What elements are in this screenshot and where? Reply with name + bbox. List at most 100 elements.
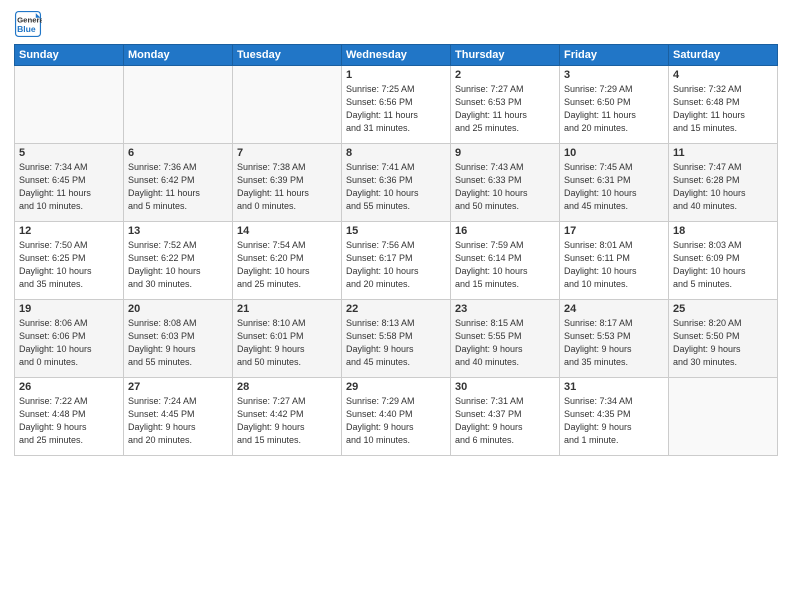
weekday-header: Wednesday (342, 45, 451, 66)
day-info: Sunrise: 7:29 AM Sunset: 6:50 PM Dayligh… (564, 83, 664, 135)
calendar-week-row: 12 Sunrise: 7:50 AM Sunset: 6:25 PM Dayli… (15, 222, 778, 300)
calendar-cell: 18 Sunrise: 8:03 AM Sunset: 6:09 PM Dayli… (669, 222, 778, 300)
calendar-header: SundayMondayTuesdayWednesdayThursdayFrid… (15, 45, 778, 66)
day-number: 2 (455, 69, 555, 81)
day-info: Sunrise: 7:29 AM Sunset: 4:40 PM Dayligh… (346, 395, 446, 447)
day-number: 8 (346, 147, 446, 159)
day-info: Sunrise: 8:17 AM Sunset: 5:53 PM Dayligh… (564, 317, 664, 369)
day-number: 19 (19, 303, 119, 315)
day-info: Sunrise: 7:32 AM Sunset: 6:48 PM Dayligh… (673, 83, 773, 135)
calendar-week-row: 5 Sunrise: 7:34 AM Sunset: 6:45 PM Daylig… (15, 144, 778, 222)
calendar-cell: 2 Sunrise: 7:27 AM Sunset: 6:53 PM Daylig… (451, 66, 560, 144)
day-number: 22 (346, 303, 446, 315)
weekday-header: Friday (560, 45, 669, 66)
day-number: 20 (128, 303, 228, 315)
day-number: 18 (673, 225, 773, 237)
calendar-body: 1 Sunrise: 7:25 AM Sunset: 6:56 PM Daylig… (15, 66, 778, 456)
calendar-cell: 19Sunrise: 8:06 AM Sunset: 6:06 PM Dayli… (15, 300, 124, 378)
calendar-cell: 1 Sunrise: 7:25 AM Sunset: 6:56 PM Daylig… (342, 66, 451, 144)
day-info: Sunrise: 7:54 AM Sunset: 6:20 PM Dayligh… (237, 239, 337, 291)
calendar-cell: 22 Sunrise: 8:13 AM Sunset: 5:58 PM Dayli… (342, 300, 451, 378)
day-info: Sunrise: 7:34 AM Sunset: 4:35 PM Dayligh… (564, 395, 664, 447)
calendar-cell: 31 Sunrise: 7:34 AM Sunset: 4:35 PM Dayli… (560, 378, 669, 456)
svg-text:Blue: Blue (17, 24, 36, 34)
calendar-cell: 27 Sunrise: 7:24 AM Sunset: 4:45 PM Dayli… (124, 378, 233, 456)
calendar-cell: 30Sunrise: 7:31 AM Sunset: 4:37 PM Dayli… (451, 378, 560, 456)
weekday-header: Saturday (669, 45, 778, 66)
day-number: 24 (564, 303, 664, 315)
day-info: Sunrise: 7:34 AM Sunset: 6:45 PM Dayligh… (19, 161, 119, 213)
day-number: 1 (346, 69, 446, 81)
day-info: Sunrise: 7:22 AM Sunset: 4:48 PM Dayligh… (19, 395, 119, 447)
day-info: Sunrise: 7:45 AM Sunset: 6:31 PM Dayligh… (564, 161, 664, 213)
weekday-header: Monday (124, 45, 233, 66)
day-number: 12 (19, 225, 119, 237)
calendar-cell: 3Sunrise: 7:29 AM Sunset: 6:50 PM Daylig… (560, 66, 669, 144)
calendar-cell: 13 Sunrise: 7:52 AM Sunset: 6:22 PM Dayli… (124, 222, 233, 300)
day-number: 17 (564, 225, 664, 237)
day-info: Sunrise: 7:52 AM Sunset: 6:22 PM Dayligh… (128, 239, 228, 291)
day-number: 7 (237, 147, 337, 159)
day-number: 21 (237, 303, 337, 315)
day-number: 13 (128, 225, 228, 237)
calendar-cell: 10 Sunrise: 7:45 AM Sunset: 6:31 PM Dayli… (560, 144, 669, 222)
day-info: Sunrise: 7:43 AM Sunset: 6:33 PM Dayligh… (455, 161, 555, 213)
day-info: Sunrise: 7:38 AM Sunset: 6:39 PM Dayligh… (237, 161, 337, 213)
day-info: Sunrise: 7:56 AM Sunset: 6:17 PM Dayligh… (346, 239, 446, 291)
calendar-cell: 29 Sunrise: 7:29 AM Sunset: 4:40 PM Dayli… (342, 378, 451, 456)
day-info: Sunrise: 7:25 AM Sunset: 6:56 PM Dayligh… (346, 83, 446, 135)
weekday-header: Thursday (451, 45, 560, 66)
day-number: 28 (237, 381, 337, 393)
day-number: 23 (455, 303, 555, 315)
calendar-cell (233, 66, 342, 144)
day-info: Sunrise: 8:10 AM Sunset: 6:01 PM Dayligh… (237, 317, 337, 369)
calendar-cell: 20 Sunrise: 8:08 AM Sunset: 6:03 PM Dayli… (124, 300, 233, 378)
day-info: Sunrise: 7:27 AM Sunset: 6:53 PM Dayligh… (455, 83, 555, 135)
day-number: 29 (346, 381, 446, 393)
calendar-cell: 4 Sunrise: 7:32 AM Sunset: 6:48 PM Daylig… (669, 66, 778, 144)
calendar-cell: 24 Sunrise: 8:17 AM Sunset: 5:53 PM Dayli… (560, 300, 669, 378)
day-info: Sunrise: 8:01 AM Sunset: 6:11 PM Dayligh… (564, 239, 664, 291)
calendar-cell: 8Sunrise: 7:41 AM Sunset: 6:36 PM Daylig… (342, 144, 451, 222)
calendar-week-row: 1 Sunrise: 7:25 AM Sunset: 6:56 PM Daylig… (15, 66, 778, 144)
day-info: Sunrise: 7:27 AM Sunset: 4:42 PM Dayligh… (237, 395, 337, 447)
day-info: Sunrise: 8:03 AM Sunset: 6:09 PM Dayligh… (673, 239, 773, 291)
calendar-cell (15, 66, 124, 144)
day-number: 27 (128, 381, 228, 393)
day-info: Sunrise: 8:13 AM Sunset: 5:58 PM Dayligh… (346, 317, 446, 369)
weekday-header: Sunday (15, 45, 124, 66)
day-info: Sunrise: 7:50 AM Sunset: 6:25 PM Dayligh… (19, 239, 119, 291)
day-number: 15 (346, 225, 446, 237)
calendar-cell (669, 378, 778, 456)
calendar-week-row: 26Sunrise: 7:22 AM Sunset: 4:48 PM Dayli… (15, 378, 778, 456)
day-number: 10 (564, 147, 664, 159)
calendar-cell: 26Sunrise: 7:22 AM Sunset: 4:48 PM Dayli… (15, 378, 124, 456)
calendar-cell: 15 Sunrise: 7:56 AM Sunset: 6:17 PM Dayli… (342, 222, 451, 300)
logo-icon: General Blue (14, 10, 42, 38)
day-info: Sunrise: 8:20 AM Sunset: 5:50 PM Dayligh… (673, 317, 773, 369)
calendar-cell: 12 Sunrise: 7:50 AM Sunset: 6:25 PM Dayli… (15, 222, 124, 300)
calendar-cell: 16Sunrise: 7:59 AM Sunset: 6:14 PM Dayli… (451, 222, 560, 300)
calendar-cell: 14Sunrise: 7:54 AM Sunset: 6:20 PM Dayli… (233, 222, 342, 300)
day-number: 30 (455, 381, 555, 393)
day-info: Sunrise: 7:59 AM Sunset: 6:14 PM Dayligh… (455, 239, 555, 291)
calendar-week-row: 19Sunrise: 8:06 AM Sunset: 6:06 PM Dayli… (15, 300, 778, 378)
day-number: 25 (673, 303, 773, 315)
day-info: Sunrise: 7:47 AM Sunset: 6:28 PM Dayligh… (673, 161, 773, 213)
day-number: 31 (564, 381, 664, 393)
day-info: Sunrise: 7:36 AM Sunset: 6:42 PM Dayligh… (128, 161, 228, 213)
calendar-cell: 7 Sunrise: 7:38 AM Sunset: 6:39 PM Daylig… (233, 144, 342, 222)
logo: General Blue (14, 10, 42, 38)
day-info: Sunrise: 8:08 AM Sunset: 6:03 PM Dayligh… (128, 317, 228, 369)
day-info: Sunrise: 7:24 AM Sunset: 4:45 PM Dayligh… (128, 395, 228, 447)
day-info: Sunrise: 8:15 AM Sunset: 5:55 PM Dayligh… (455, 317, 555, 369)
weekday-row: SundayMondayTuesdayWednesdayThursdayFrid… (15, 45, 778, 66)
calendar-cell: 5 Sunrise: 7:34 AM Sunset: 6:45 PM Daylig… (15, 144, 124, 222)
day-number: 5 (19, 147, 119, 159)
calendar-cell: 9Sunrise: 7:43 AM Sunset: 6:33 PM Daylig… (451, 144, 560, 222)
calendar-cell: 21 Sunrise: 8:10 AM Sunset: 6:01 PM Dayli… (233, 300, 342, 378)
calendar-cell (124, 66, 233, 144)
day-number: 4 (673, 69, 773, 81)
calendar-cell: 11Sunrise: 7:47 AM Sunset: 6:28 PM Dayli… (669, 144, 778, 222)
calendar-cell: 17 Sunrise: 8:01 AM Sunset: 6:11 PM Dayli… (560, 222, 669, 300)
